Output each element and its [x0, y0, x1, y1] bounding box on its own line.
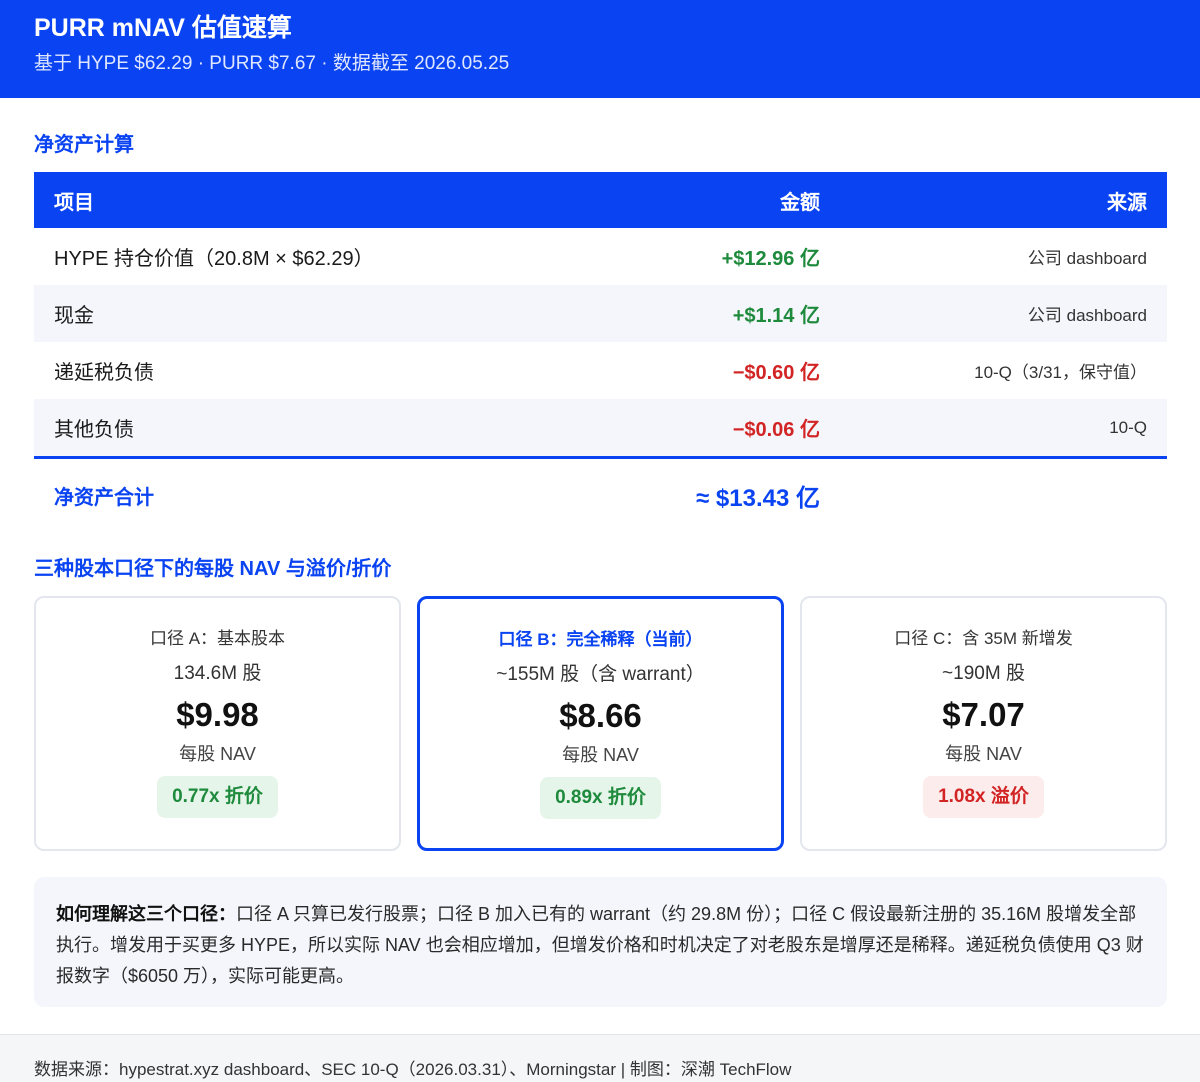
card-nav-price: $7.07: [942, 696, 1025, 733]
total-row: 净资产合计 ≈ $13.43 亿: [34, 456, 1167, 532]
premium-badge: 1.08x 溢价: [923, 776, 1044, 818]
table-row: 现金 +$1.14 亿 公司 dashboard: [34, 285, 1167, 342]
column-header-item: 项目: [54, 191, 94, 214]
discount-badge: 0.77x 折价: [157, 776, 278, 818]
header-banner: PURR mNAV 估值速算 基于 HYPE $62.29 · PURR $7.…: [0, 0, 1200, 98]
card-shares: 134.6M 股: [173, 663, 262, 684]
row-source: 公司 dashboard: [1027, 306, 1147, 325]
card-nav-label: 每股 NAV: [945, 744, 1022, 764]
card-label: 口径 A：基本股本: [149, 629, 286, 648]
card-nav-price: $9.98: [176, 696, 259, 733]
card-label: 口径 B：完全稀释（当前）: [498, 630, 703, 649]
row-item: 其他负债: [54, 419, 134, 441]
row-item: HYPE 持仓价值（20.8M × $62.29）: [54, 248, 374, 270]
row-item: 递延税负债: [54, 362, 154, 384]
footer-source: 数据来源：hypestrat.xyz dashboard、SEC 10-Q（20…: [0, 1034, 1200, 1082]
card-label: 口径 C：含 35M 新增发: [894, 629, 1073, 648]
scenario-cards: 口径 A：基本股本 134.6M 股 $9.98 每股 NAV 0.77x 折价…: [34, 596, 1167, 851]
column-header-source: 来源: [1107, 191, 1147, 214]
card-nav-price: $8.66: [559, 697, 642, 734]
scenario-card-a: 口径 A：基本股本 134.6M 股 $9.98 每股 NAV 0.77x 折价: [34, 596, 401, 851]
total-label: 净资产合计: [54, 487, 154, 509]
row-item: 现金: [54, 305, 94, 327]
discount-badge: 0.89x 折价: [540, 777, 661, 819]
table-row: 其他负债 −$0.06 亿 10-Q: [34, 399, 1167, 456]
card-shares: ~190M 股: [942, 663, 1025, 684]
card-nav-label: 每股 NAV: [179, 744, 256, 764]
row-amount: +$12.96 亿: [721, 248, 820, 270]
scenarios-section-title: 三种股本口径下的每股 NAV 与溢价/折价: [34, 558, 392, 580]
scenario-card-c: 口径 C：含 35M 新增发 ~190M 股 $7.07 每股 NAV 1.08…: [800, 596, 1167, 851]
page-title: PURR mNAV 估值速算: [34, 14, 292, 42]
card-nav-label: 每股 NAV: [562, 745, 639, 765]
nav-section-title: 净资产计算: [34, 134, 134, 156]
explanation-note: 如何理解这三个口径：口径 A 只算已发行股票；口径 B 加入已有的 warran…: [34, 877, 1167, 1007]
row-amount: −$0.06 亿: [732, 419, 820, 441]
row-source: 10-Q（3/31，保守值）: [974, 363, 1147, 382]
row-amount: +$1.14 亿: [732, 305, 820, 327]
row-source: 10-Q: [1109, 417, 1147, 437]
table-row: 递延税负债 −$0.60 亿 10-Q（3/31，保守值）: [34, 342, 1167, 399]
scenario-card-b: 口径 B：完全稀释（当前） ~155M 股（含 warrant） $8.66 每…: [417, 596, 784, 851]
card-shares: ~155M 股（含 warrant）: [496, 664, 705, 685]
table-header: 项目 金额 来源: [34, 172, 1167, 228]
row-amount: −$0.60 亿: [732, 362, 820, 384]
table-row: HYPE 持仓价值（20.8M × $62.29） +$12.96 亿 公司 d…: [34, 228, 1167, 285]
page-subtitle: 基于 HYPE $62.29 · PURR $7.67 · 数据截至 2026.…: [34, 53, 510, 74]
nav-table: 项目 金额 来源 HYPE 持仓价值（20.8M × $62.29） +$12.…: [34, 172, 1167, 532]
total-value: ≈ $13.43 亿: [696, 485, 820, 512]
row-source: 公司 dashboard: [1027, 249, 1147, 268]
note-heading: 如何理解这三个口径：: [56, 904, 236, 924]
column-header-amount: 金额: [780, 191, 820, 214]
